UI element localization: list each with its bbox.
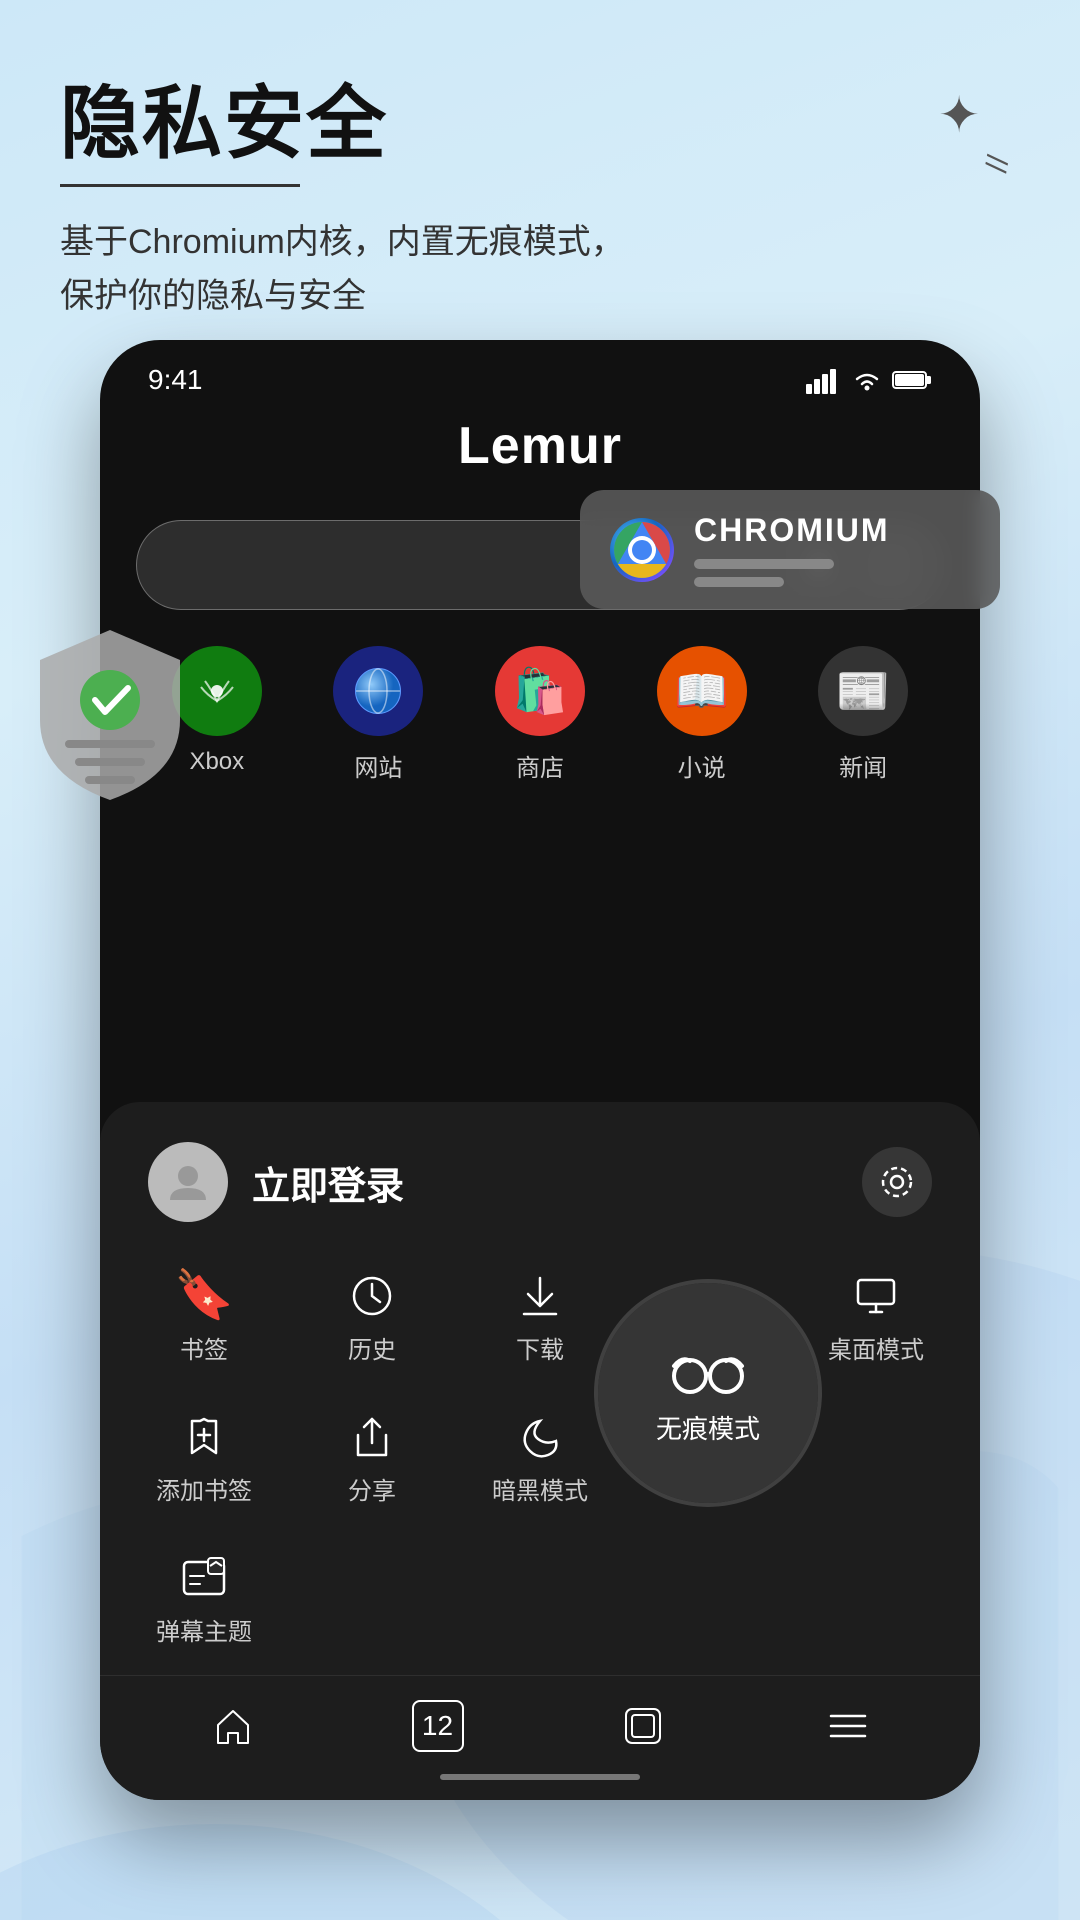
website-label: 网站	[354, 748, 402, 783]
store-emoji: 🛍️	[513, 665, 568, 717]
settings-button[interactable]	[862, 1147, 932, 1217]
chromium-bar1	[694, 559, 834, 569]
xbox-label: Xbox	[189, 748, 244, 776]
user-row: 立即登录	[100, 1132, 980, 1252]
menu-grid: 🔖 书签 历史 下载	[100, 1252, 980, 1675]
share-icon	[348, 1413, 396, 1461]
novel-label: 小说	[678, 748, 726, 783]
dark-mode-icon	[516, 1413, 564, 1461]
menu-history[interactable]: 历史	[288, 1252, 456, 1393]
quick-link-news[interactable]: 📰 新闻	[792, 646, 934, 783]
tab-count-text: 12	[422, 1710, 453, 1742]
quick-link-store[interactable]: 🛍️ 商店	[469, 646, 611, 783]
panel-nav-icon	[622, 1705, 664, 1747]
home-nav-icon	[212, 1705, 254, 1747]
quick-link-novel[interactable]: 📖 小说	[631, 646, 773, 783]
menu-download[interactable]: 下载	[456, 1252, 624, 1393]
menu-incognito[interactable]: 无痕模式	[624, 1252, 792, 1534]
chromium-text-area: CHROMIUM	[694, 512, 970, 587]
signal-icon	[806, 366, 842, 394]
add-bookmark-label: 添加书签	[156, 1471, 252, 1506]
menu-nav-icon	[827, 1708, 869, 1744]
phone-nav: 12	[100, 1675, 980, 1766]
menu-danmu[interactable]: 弹幕主题	[120, 1534, 288, 1675]
glasses-icon	[668, 1341, 748, 1401]
share-label: 分享	[348, 1471, 396, 1506]
store-icon-bg: 🛍️	[495, 646, 585, 736]
add-bookmark-icon	[180, 1413, 228, 1461]
bookmark-icon: 🔖	[174, 1272, 234, 1320]
settings-icon	[879, 1164, 915, 1200]
website-icon-bg	[333, 646, 423, 736]
title-underline	[60, 184, 300, 187]
novel-icon-bg: 📖	[657, 646, 747, 736]
novel-emoji: 📖	[674, 665, 729, 717]
status-icons	[806, 366, 932, 394]
desktop-label: 桌面模式	[828, 1330, 924, 1365]
nav-home[interactable]	[203, 1696, 263, 1756]
chromium-bar2	[694, 577, 784, 587]
quick-links: Xbox	[136, 646, 944, 783]
chromium-card: CHROMIUM	[580, 490, 1000, 609]
battery-icon	[892, 369, 932, 391]
tab-count: 12	[412, 1700, 464, 1752]
globe-icon	[352, 665, 404, 717]
danmu-icon	[180, 1554, 228, 1602]
history-label: 历史	[348, 1330, 396, 1365]
user-left: 立即登录	[148, 1142, 404, 1222]
home-indicator	[440, 1774, 640, 1780]
bottom-sheet: 立即登录 🔖 书签 历史	[100, 1102, 980, 1800]
shield-icon	[30, 620, 190, 810]
avatar	[148, 1142, 228, 1222]
menu-bookmark[interactable]: 🔖 书签	[120, 1252, 288, 1393]
menu-add-bookmark[interactable]: 添加书签	[120, 1393, 288, 1534]
nav-menu[interactable]	[818, 1696, 878, 1756]
news-label: 新闻	[839, 748, 887, 783]
xbox-logo	[191, 665, 243, 717]
browser-logo: Lemur	[100, 416, 980, 476]
download-label: 下载	[516, 1330, 564, 1365]
store-label: 商店	[516, 748, 564, 783]
incognito-circle: 无痕模式	[598, 1283, 818, 1503]
status-bar: 9:41	[100, 340, 980, 406]
chromium-icon	[610, 518, 674, 582]
menu-share[interactable]: 分享	[288, 1393, 456, 1534]
quick-link-website[interactable]: 网站	[308, 646, 450, 783]
wifi-icon	[852, 368, 882, 392]
dark-mode-label: 暗黑模式	[492, 1471, 588, 1506]
news-icon-bg: 📰	[818, 646, 908, 736]
danmu-label: 弹幕主题	[156, 1612, 252, 1647]
news-emoji: 📰	[836, 665, 891, 717]
nav-tabs[interactable]: 12	[408, 1696, 468, 1756]
desktop-icon	[852, 1272, 900, 1320]
time-display: 9:41	[148, 364, 203, 396]
user-avatar-icon	[166, 1160, 210, 1204]
menu-desktop-mode[interactable]: 桌面模式	[792, 1252, 960, 1393]
header-section: 隐私安全 基于Chromium内核，内置无痕模式，保护你的隐私与安全	[60, 80, 1020, 324]
subtitle: 基于Chromium内核，内置无痕模式，保护你的隐私与安全	[60, 215, 1020, 324]
main-title: 隐私安全	[60, 80, 1020, 168]
download-icon	[516, 1272, 564, 1320]
chromium-logo	[612, 520, 672, 580]
nav-panel[interactable]	[613, 1696, 673, 1756]
incognito-label: 无痕模式	[656, 1409, 760, 1446]
menu-dark-mode[interactable]: 暗黑模式	[456, 1393, 624, 1534]
sparkle-icon-1: ✦	[938, 90, 980, 140]
history-icon	[348, 1272, 396, 1320]
login-label[interactable]: 立即登录	[252, 1155, 404, 1210]
bookmark-label: 书签	[180, 1330, 228, 1365]
chromium-title: CHROMIUM	[694, 512, 970, 549]
